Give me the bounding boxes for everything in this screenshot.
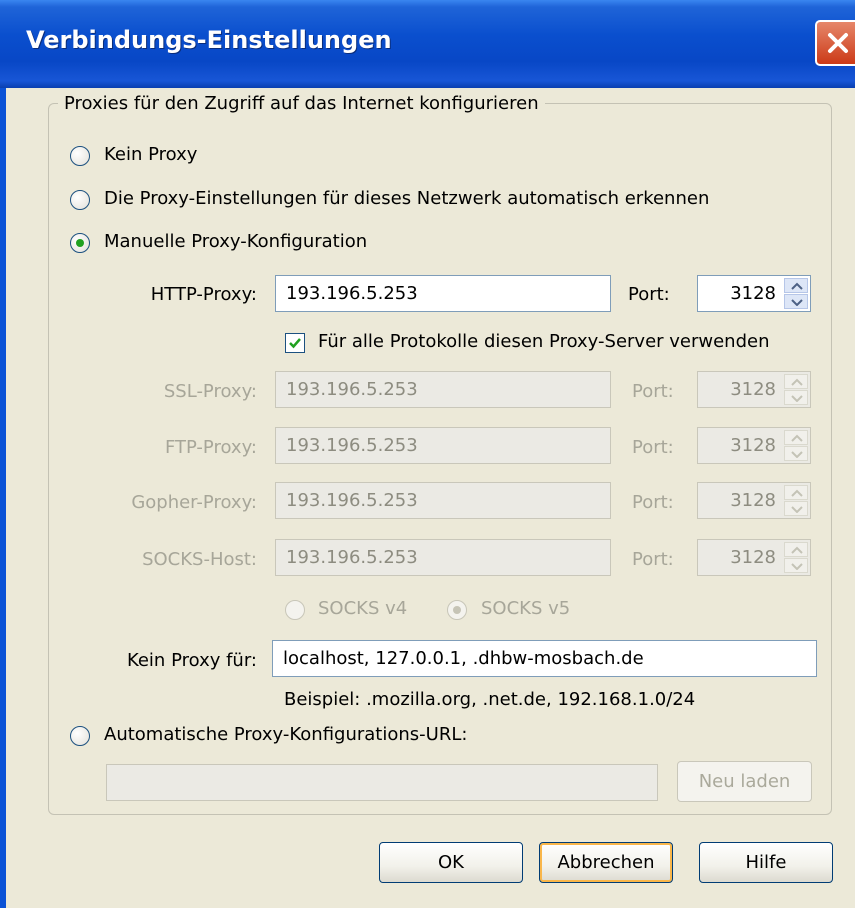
spin-down-icon[interactable] (784, 294, 808, 309)
radio-socks-v4[interactable] (285, 600, 305, 620)
spin-up-icon[interactable] (784, 374, 808, 389)
window-border (0, 88, 6, 908)
ftp-port-label: Port: (632, 437, 674, 458)
socks-port-value: 3128 (730, 547, 776, 568)
use-all-protocols-checkbox[interactable] (285, 333, 305, 353)
radio-socks-v4-label: SOCKS v4 (318, 598, 408, 619)
checkmark-icon (289, 338, 301, 349)
spin-up-icon[interactable] (784, 430, 808, 445)
title-bar[interactable]: Verbindungs-Einstellungen (0, 0, 855, 88)
spin-up-icon[interactable] (784, 542, 808, 557)
close-x-icon (828, 33, 848, 53)
spin-up-icon[interactable] (784, 278, 808, 293)
gopher-port-value: 3128 (730, 490, 776, 511)
cancel-button[interactable]: Abbrechen (539, 842, 673, 883)
radio-manual-proxy-label: Manuelle Proxy-Konfiguration (104, 231, 368, 252)
auto-config-url-input[interactable] (106, 764, 658, 801)
http-port-label: Port: (628, 284, 670, 305)
reload-button[interactable]: Neu laden (677, 761, 812, 802)
ftp-port-spinner[interactable]: 3128 (697, 427, 811, 464)
no-proxy-for-input[interactable]: localhost, 127.0.0.1, .dhbw-mosbach.de (272, 640, 817, 677)
spin-down-icon[interactable] (784, 390, 808, 405)
radio-auto-detect[interactable] (70, 190, 90, 210)
ftp-port-value: 3128 (730, 435, 776, 456)
spin-down-icon[interactable] (784, 446, 808, 461)
use-all-protocols-label: Für alle Protokolle diesen Proxy-Server … (318, 331, 770, 352)
radio-auto-detect-label: Die Proxy-Einstellungen für dieses Netzw… (104, 188, 710, 209)
radio-auto-config-url[interactable] (70, 726, 90, 746)
socks-port-spinner[interactable]: 3128 (697, 539, 811, 576)
radio-no-proxy-label: Kein Proxy (104, 144, 198, 165)
gopher-proxy-label: Gopher-Proxy: (131, 492, 257, 513)
no-proxy-example: Beispiel: .mozilla.org, .net.de, 192.168… (284, 689, 696, 710)
http-proxy-label: HTTP-Proxy: (150, 284, 257, 305)
ssl-proxy-input[interactable]: 193.196.5.253 (275, 371, 611, 408)
socks-host-input[interactable]: 193.196.5.253 (275, 539, 611, 576)
gopher-proxy-input[interactable]: 193.196.5.253 (275, 482, 611, 519)
radio-socks-v5[interactable] (447, 600, 467, 620)
connection-settings-dialog: Verbindungs-Einstellungen Proxies für de… (0, 0, 855, 908)
no-proxy-for-label: Kein Proxy für: (126, 650, 257, 671)
ssl-port-spinner[interactable]: 3128 (697, 371, 811, 408)
help-button[interactable]: Hilfe (699, 842, 833, 883)
ssl-port-value: 3128 (730, 379, 776, 400)
socks-port-label: Port: (632, 549, 674, 570)
ftp-proxy-input[interactable]: 193.196.5.253 (275, 427, 611, 464)
close-button[interactable] (815, 20, 855, 66)
radio-socks-v5-label: SOCKS v5 (481, 598, 571, 619)
spin-down-icon[interactable] (784, 558, 808, 573)
spin-up-icon[interactable] (784, 485, 808, 500)
radio-auto-config-url-label: Automatische Proxy-Konfigurations-URL: (104, 724, 468, 745)
radio-no-proxy[interactable] (70, 146, 90, 166)
gopher-port-spinner[interactable]: 3128 (697, 482, 811, 519)
radio-manual-proxy[interactable] (70, 233, 90, 253)
group-title: Proxies für den Zugriff auf das Internet… (58, 93, 545, 114)
http-proxy-input[interactable]: 193.196.5.253 (275, 275, 611, 312)
spin-down-icon[interactable] (784, 501, 808, 516)
http-port-value: 3128 (730, 283, 776, 304)
ssl-proxy-label: SSL-Proxy: (163, 381, 257, 402)
window-title: Verbindungs-Einstellungen (26, 26, 392, 54)
ssl-port-label: Port: (632, 381, 674, 402)
ok-button[interactable]: OK (379, 842, 523, 883)
http-port-spinner[interactable]: 3128 (697, 275, 811, 312)
socks-host-label: SOCKS-Host: (142, 549, 257, 570)
gopher-port-label: Port: (632, 492, 674, 513)
ftp-proxy-label: FTP-Proxy: (164, 437, 257, 458)
